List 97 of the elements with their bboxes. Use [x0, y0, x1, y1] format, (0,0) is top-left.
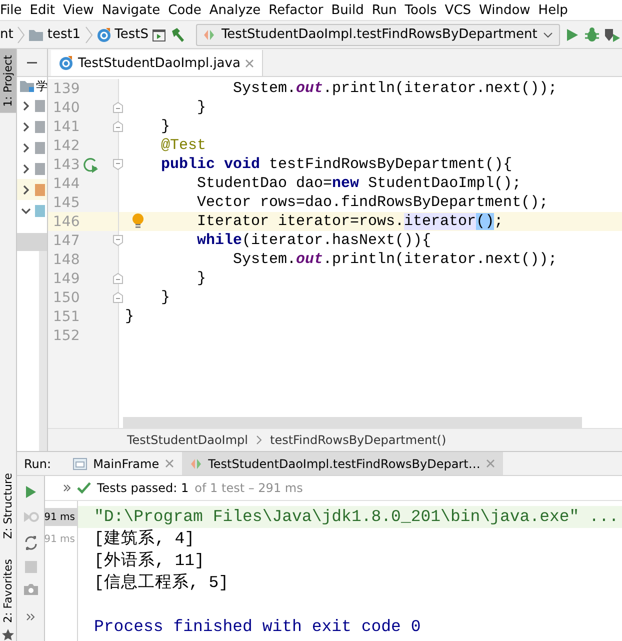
scrollbar[interactable] — [123, 417, 582, 428]
code-line: while(iterator.hasNext()){ — [196, 231, 432, 250]
menu-item[interactable]: Build — [328, 2, 369, 18]
folder-icon — [20, 80, 34, 92]
window-icon — [73, 458, 88, 470]
line-number: 143 — [52, 156, 81, 172]
chevron-icon — [256, 435, 262, 445]
menu-item[interactable]: Tools — [402, 2, 442, 18]
code-line: @Test — [160, 136, 206, 155]
menu-item[interactable]: Navigate — [98, 2, 166, 18]
line-number: 139 — [52, 80, 81, 96]
test-icon — [190, 458, 202, 470]
line-number: 145 — [52, 194, 81, 210]
line-number: 141 — [52, 118, 81, 134]
menu-item[interactable]: Run — [368, 2, 402, 18]
menu-item[interactable]: File — [0, 2, 27, 18]
code-line: Vector rows=dao.findRowsByDepartment(); — [196, 193, 548, 212]
run-config-dropdown[interactable]: TestStudentDaoImpl.testFindRowsByDepartment — [196, 24, 560, 46]
chevron-icon — [17, 24, 26, 44]
code-line: } — [196, 98, 206, 117]
line-number: 149 — [52, 270, 81, 286]
star-icon — [2, 629, 14, 641]
line-number: 150 — [52, 290, 81, 306]
test-summary: of 1 test – 291 ms — [194, 481, 303, 495]
menu-item[interactable]: Analyze — [206, 2, 266, 18]
menu-item[interactable]: Code — [165, 2, 206, 18]
breadcrumb-item[interactable]: nt — [0, 27, 14, 42]
camera-icon[interactable] — [24, 583, 38, 595]
editor-tab[interactable]: TestStudentDaoImpl.java — [51, 50, 264, 76]
close-icon[interactable] — [245, 58, 254, 68]
line-number: 152 — [52, 328, 81, 344]
code-line: } — [124, 307, 134, 326]
run-test-icon[interactable] — [83, 156, 99, 172]
hammer-icon[interactable] — [170, 26, 186, 42]
more-icon[interactable] — [26, 613, 36, 621]
menu-item[interactable]: Help — [535, 2, 573, 18]
folder-icon — [29, 28, 44, 40]
run-tab[interactable]: MainFrame — [65, 452, 182, 475]
menu-item[interactable]: VCS — [442, 2, 476, 18]
breadcrumb-item[interactable]: test1 — [47, 27, 81, 42]
coverage-icon[interactable] — [604, 26, 622, 42]
tool-window-tab[interactable]: 1: Project — [0, 49, 16, 113]
fold-icon[interactable] — [113, 159, 123, 170]
line-number: 147 — [52, 232, 81, 248]
lightbulb-icon[interactable] — [132, 213, 144, 229]
code-line: } — [196, 269, 206, 288]
scrollbar[interactable] — [39, 251, 47, 451]
expand-icon[interactable] — [63, 484, 71, 492]
menu-item[interactable]: Edit — [26, 2, 60, 18]
line-number: 146 — [52, 214, 81, 230]
class-icon — [96, 28, 111, 42]
tool-window-tab[interactable]: Z: Structure — [0, 467, 16, 546]
run-icon[interactable] — [564, 26, 580, 42]
test-icon — [203, 28, 216, 40]
line-number: 144 — [52, 176, 81, 192]
code-line: System.out.println(iterator.next()); — [232, 250, 558, 269]
minimize-icon[interactable] — [27, 62, 37, 64]
caret-icon — [543, 30, 554, 38]
menu-item[interactable]: View — [60, 2, 99, 18]
close-icon[interactable] — [165, 459, 174, 468]
check-icon — [77, 482, 91, 494]
run-tab[interactable]: TestStudentDaoImpl.testFindRowsByDepart… — [182, 452, 504, 475]
code-line: System.out.println(iterator.next()); — [232, 79, 558, 98]
console-line: Process finished with exit code 0 — [93, 616, 422, 638]
fold-icon[interactable] — [113, 235, 123, 246]
breadcrumb-item[interactable]: testFindRowsByDepartment() — [270, 433, 446, 447]
panel-title: Run: — [23, 456, 52, 470]
line-number: 148 — [52, 252, 81, 268]
console-line: [外语系, 11] — [93, 550, 206, 572]
code-line: Iterator iterator=rows.iterator(); — [196, 212, 504, 231]
bug-icon[interactable] — [584, 26, 600, 42]
class-icon — [59, 56, 73, 70]
test-status: Tests passed: 1 — [97, 481, 189, 495]
line-number: 151 — [52, 308, 81, 324]
line-number: 142 — [52, 138, 81, 154]
code-line: StudentDao dao=new StudentDaoImpl(); — [196, 174, 522, 193]
chevron-icon — [84, 24, 93, 44]
test-duration[interactable]: 91 ms — [45, 508, 77, 526]
breadcrumb-item[interactable]: TestS — [114, 27, 148, 42]
tool-window-tab[interactable]: 2: Favorites — [0, 553, 16, 629]
run-icon[interactable] — [24, 485, 36, 499]
code-line: } — [160, 288, 170, 307]
fold-icon[interactable] — [113, 121, 123, 132]
fold-icon[interactable] — [113, 292, 123, 303]
line-number: 140 — [52, 100, 81, 116]
code-line: public void testFindRowsByDepartment(){ — [160, 155, 512, 174]
console-line: [信息工程系, 5] — [93, 572, 230, 594]
close-icon[interactable] — [486, 459, 496, 468]
menu-item[interactable]: Refactor — [266, 2, 328, 18]
menu-item[interactable]: Window — [476, 2, 536, 18]
code-line: } — [160, 117, 170, 136]
fold-icon[interactable] — [113, 273, 123, 284]
console-line: [建筑系, 4] — [93, 528, 196, 550]
window-icon[interactable] — [152, 28, 166, 42]
breadcrumb-item[interactable]: TestStudentDaoImpl — [127, 433, 248, 447]
fold-icon[interactable] — [113, 102, 123, 113]
rerun-icon[interactable] — [24, 535, 38, 551]
